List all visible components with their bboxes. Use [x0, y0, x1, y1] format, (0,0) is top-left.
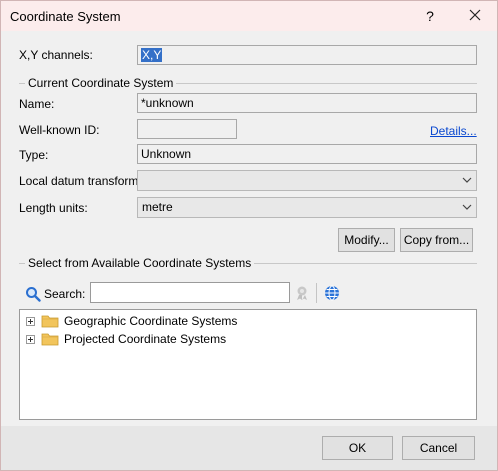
tree-item-label: Geographic Coordinate Systems: [64, 314, 238, 328]
wkid-field[interactable]: [137, 119, 237, 139]
units-combobox[interactable]: metre: [137, 197, 477, 218]
toolbar-separator: [316, 283, 317, 303]
type-label: Type:: [19, 148, 49, 162]
available-group-label: Select from Available Coordinate Systems: [25, 256, 255, 270]
tree-item-label: Projected Coordinate Systems: [64, 332, 227, 346]
clear-search-icon[interactable]: [294, 285, 310, 301]
dialog-footer: OK Cancel: [1, 426, 497, 470]
title-bar[interactable]: Coordinate System ?: [1, 1, 497, 31]
folder-icon: [41, 315, 59, 328]
modify-button[interactable]: Modify...: [338, 228, 395, 252]
name-label: Name:: [19, 97, 55, 111]
window-title: Coordinate System: [10, 9, 121, 24]
help-button[interactable]: ?: [419, 5, 441, 27]
datum-combobox[interactable]: [137, 170, 477, 191]
close-icon: [469, 9, 481, 21]
expand-icon[interactable]: [26, 335, 35, 344]
cancel-button[interactable]: Cancel: [402, 436, 475, 460]
search-input[interactable]: [90, 282, 290, 303]
search-label: Search:: [44, 287, 86, 301]
globe-icon[interactable]: [324, 285, 340, 301]
details-link[interactable]: Details...: [430, 124, 477, 138]
copy-from-button[interactable]: Copy from...: [400, 228, 473, 252]
units-label: Length units:: [19, 201, 88, 215]
close-button[interactable]: [463, 5, 487, 27]
type-field[interactable]: Unknown: [137, 144, 477, 164]
chevron-down-icon: [462, 204, 472, 210]
channels-value: X,Y: [141, 48, 163, 62]
units-value: metre: [142, 200, 173, 214]
chevron-down-icon: [462, 177, 472, 183]
current-group-label: Current Coordinate System: [25, 76, 177, 90]
name-field[interactable]: *unknown: [137, 93, 477, 113]
folder-icon: [41, 333, 59, 346]
expand-icon[interactable]: [26, 317, 35, 326]
ok-button[interactable]: OK: [322, 436, 393, 460]
coordinate-system-dialog: Coordinate System ? X,Y channels: X,Y Cu…: [0, 0, 498, 471]
coordinate-systems-tree[interactable]: Geographic Coordinate Systems Projected …: [19, 309, 477, 420]
search-icon: [26, 287, 41, 302]
wkid-label: Well-known ID:: [19, 123, 100, 137]
channels-label: X,Y channels:: [19, 48, 93, 62]
channels-field[interactable]: X,Y: [137, 45, 477, 65]
datum-label: Local datum transform:: [19, 174, 142, 188]
